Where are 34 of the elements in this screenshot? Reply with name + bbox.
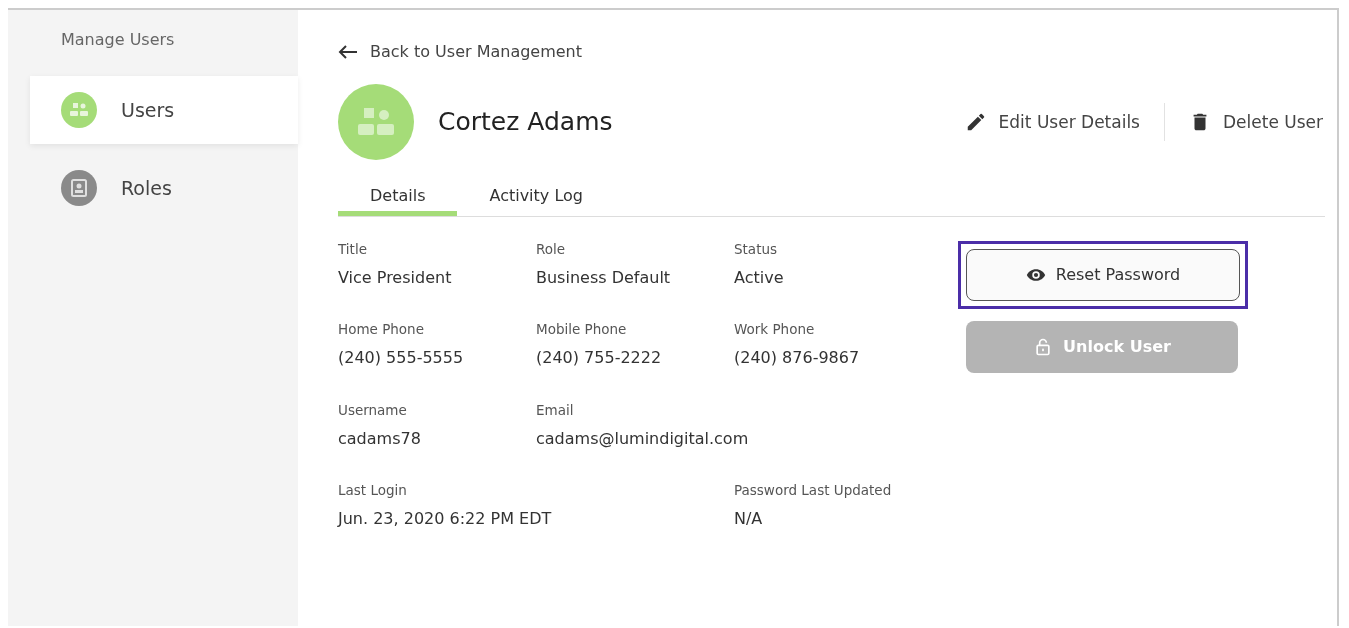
sidebar-item[interactable]: Roles (30, 154, 298, 222)
users-icon (61, 92, 97, 128)
tab[interactable]: Activity Log (457, 177, 615, 216)
sidebar-title: Manage Users (61, 30, 175, 49)
field-label: Role (536, 240, 566, 257)
field-label: Email (536, 401, 574, 418)
back-link[interactable]: Back to User Management (338, 42, 583, 61)
field-label: Password Last Updated (734, 482, 892, 499)
field-value: (240) 555-5555 (338, 347, 464, 369)
edit-user-button[interactable]: Edit User Details (940, 102, 1164, 141)
tab[interactable]: Details (338, 177, 458, 216)
id-card-icon (61, 170, 97, 206)
field-value: Vice President (338, 266, 452, 289)
field-value: Business Default (536, 266, 671, 289)
field-value: (240) 755-2222 (536, 347, 662, 369)
sidebar-item[interactable]: Users (30, 76, 298, 144)
back-arrow-icon (338, 43, 358, 60)
delete-user-button[interactable]: Delete User (1164, 102, 1325, 141)
field-label: Home Phone (338, 321, 424, 338)
user-name: Cortez Adams (438, 107, 614, 136)
field-value: N/A (734, 508, 763, 530)
field-value: cadams78 (338, 427, 421, 450)
field-label: Work Phone (734, 321, 815, 338)
field-label: Username (338, 401, 407, 418)
field-value: cadams@lumindigital.com (536, 427, 749, 450)
field-label: Status (734, 240, 778, 257)
field-label: Mobile Phone (536, 321, 627, 338)
field-value: Active (734, 266, 784, 289)
field-label: Title (338, 240, 367, 257)
avatar-icon (338, 83, 414, 160)
field-value: Jun. 23, 2020 6:22 PM EDT (338, 508, 552, 530)
field-value: (240) 876-9867 (734, 347, 860, 369)
field-label: Last Login (338, 482, 407, 499)
reset-password-button[interactable]: Reset Password (966, 248, 1240, 301)
